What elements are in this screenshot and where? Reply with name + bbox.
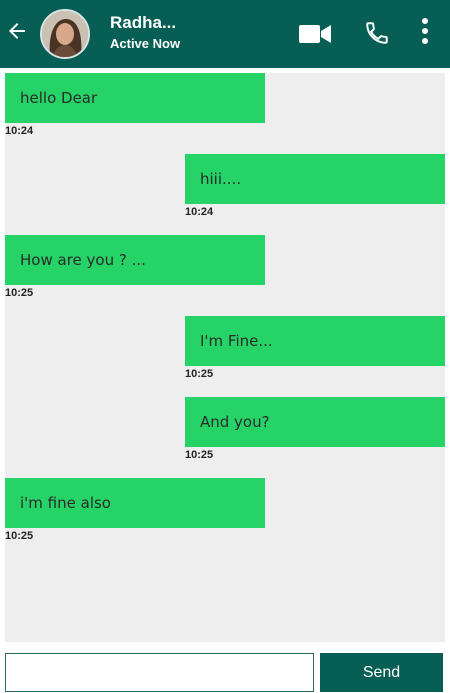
contact-status: Active Now <box>110 36 181 51</box>
chat-messages-area[interactable]: hello Dear 10:24 hiii.... 10:24 How are … <box>5 73 445 642</box>
video-call-icon[interactable] <box>299 24 331 44</box>
message-time: 10:25 <box>5 287 34 299</box>
avatar-photo <box>42 11 88 57</box>
message-received: How are you ? ... 10:25 <box>5 235 265 299</box>
avatar[interactable] <box>40 9 90 59</box>
message-bubble[interactable]: I'm Fine... <box>185 316 445 366</box>
send-button[interactable]: Send <box>320 653 443 692</box>
message-bubble[interactable]: And you? <box>185 397 445 447</box>
message-time: 10:25 <box>185 368 214 380</box>
message-received: hello Dear 10:24 <box>5 73 265 137</box>
message-bubble[interactable]: i'm fine also <box>5 478 265 528</box>
message-sent: hiii.... 10:24 <box>185 154 445 218</box>
message-input[interactable] <box>5 653 314 692</box>
message-time: 10:24 <box>185 206 214 218</box>
message-sent: I'm Fine... 10:25 <box>185 316 445 380</box>
message-time: 10:25 <box>185 449 214 461</box>
message-bubble[interactable]: hiii.... <box>185 154 445 204</box>
back-arrow-icon[interactable] <box>5 19 29 43</box>
chat-header: Radha... Active Now <box>0 0 450 68</box>
message-received: i'm fine also 10:25 <box>5 478 265 542</box>
message-sent: And you? 10:25 <box>185 397 445 461</box>
message-time: 10:25 <box>5 530 34 542</box>
message-bubble[interactable]: hello Dear <box>5 73 265 123</box>
contact-name[interactable]: Radha... <box>110 13 176 33</box>
message-time: 10:24 <box>5 125 34 137</box>
phone-call-icon[interactable] <box>363 20 391 46</box>
more-vertical-icon[interactable] <box>419 17 431 45</box>
message-bubble[interactable]: How are you ? ... <box>5 235 265 285</box>
